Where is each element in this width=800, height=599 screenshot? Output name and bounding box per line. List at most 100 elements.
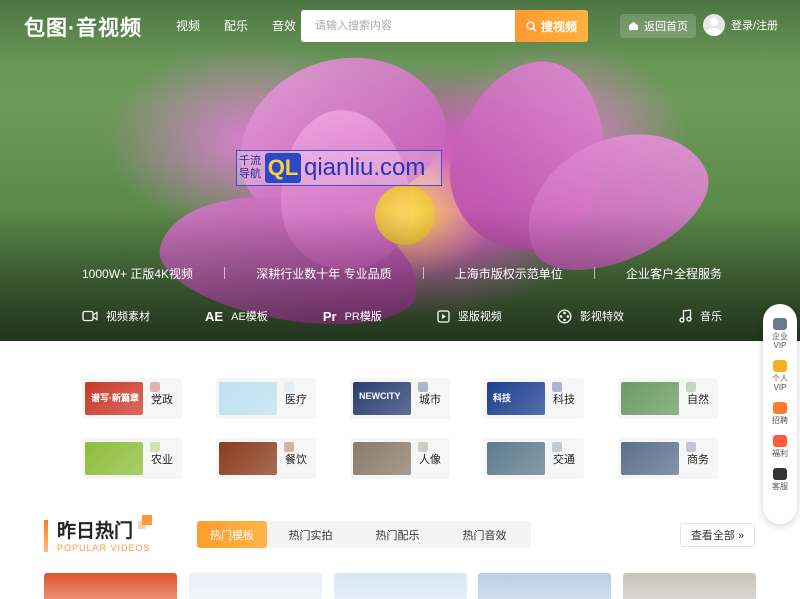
category-thumbnail bbox=[621, 382, 679, 415]
category-thumbnail: 谱写·新篇章 bbox=[85, 382, 143, 415]
thumbnail-text: 谱写·新篇章 bbox=[91, 393, 139, 403]
video-card[interactable] bbox=[623, 573, 756, 599]
pr-icon: Pr bbox=[322, 308, 337, 324]
category-thumbnail bbox=[621, 442, 679, 475]
category-label: 视频素材 bbox=[106, 311, 150, 323]
sidebar-label: 个人 bbox=[772, 374, 788, 383]
search-icon bbox=[526, 20, 537, 32]
thumbnail-text: NEWCITY bbox=[359, 391, 401, 401]
tab-1[interactable]: 热门实拍 bbox=[267, 521, 354, 548]
category-tile[interactable]: 餐饮 bbox=[216, 438, 316, 479]
tile-deco bbox=[150, 442, 160, 452]
category-ae-templates[interactable]: AE AE模板 bbox=[205, 308, 268, 324]
category-tile[interactable]: 农业 bbox=[82, 438, 182, 479]
sidebar-label: 福利 bbox=[772, 449, 788, 458]
sidebar-item-3[interactable]: 福利 bbox=[772, 435, 788, 458]
feature-item: 深耕行业数十年 专业品质 bbox=[256, 267, 392, 281]
category-thumbnail bbox=[85, 442, 143, 475]
sidebar-label: VIP bbox=[773, 341, 787, 350]
watermark-cn-line2: 导航 bbox=[239, 168, 261, 180]
home-button[interactable]: 返回首页 bbox=[620, 14, 696, 38]
divider bbox=[593, 267, 595, 279]
category-tile[interactable]: 谱写·新篇章 党政 bbox=[82, 378, 182, 419]
category-music[interactable]: 音乐 bbox=[679, 308, 722, 324]
category-thumbnail bbox=[219, 442, 277, 475]
category-pr-templates[interactable]: Pr PR模版 bbox=[323, 308, 382, 324]
category-name: 商务 bbox=[687, 453, 709, 466]
tile-deco bbox=[284, 382, 294, 392]
view-all-button[interactable]: 查看全部 » bbox=[680, 523, 755, 547]
category-tile[interactable]: 科技 科技 bbox=[484, 378, 584, 419]
category-thumbnail: NEWCITY bbox=[353, 382, 411, 415]
category-video-footage[interactable]: 视频素材 bbox=[82, 308, 150, 324]
category-tile[interactable]: 交通 bbox=[484, 438, 584, 479]
category-film-effects[interactable]: 影视特效 bbox=[557, 308, 624, 324]
category-label: AE模板 bbox=[231, 311, 268, 323]
section-deco bbox=[142, 515, 152, 525]
category-name: 医疗 bbox=[285, 393, 307, 406]
category-tiles: 谱写·新篇章 党政 医疗 NEWCITY 城市 科技 科技 自然农业 餐饮 人像 交通 商务 bbox=[82, 378, 718, 479]
sidebar-label: 客服 bbox=[772, 482, 788, 491]
search-input[interactable] bbox=[301, 10, 515, 42]
home-icon bbox=[628, 21, 639, 31]
category-tile[interactable]: 自然 bbox=[618, 378, 718, 419]
divider bbox=[422, 267, 424, 279]
watermark: 千流 导航 QL qianliu.com bbox=[236, 150, 442, 186]
category-thumbnail: 科技 bbox=[487, 382, 545, 415]
search-button-label: 搜视频 bbox=[540, 19, 577, 34]
tile-deco bbox=[686, 382, 696, 392]
section-title: 昨日热门 bbox=[57, 521, 134, 542]
site-logo[interactable]: 包图·音视频 bbox=[24, 12, 142, 42]
sidebar-label: 招聘 bbox=[772, 416, 788, 425]
hero-category-nav: 视频素材 AE AE模板 Pr PR模版 竖版视频 影视特效 音乐 bbox=[82, 308, 722, 324]
video-card[interactable] bbox=[333, 573, 467, 599]
ae-icon: AE bbox=[205, 308, 224, 324]
avatar bbox=[703, 14, 725, 36]
film-reel-icon bbox=[557, 309, 572, 324]
category-thumbnail bbox=[353, 442, 411, 475]
nav-sound-effects[interactable]: 音效 bbox=[272, 17, 296, 34]
category-tile[interactable]: 医疗 bbox=[216, 378, 316, 419]
sidebar-item-0[interactable]: 企业 VIP bbox=[772, 318, 788, 350]
feature-item: 上海市版权示范单位 bbox=[454, 267, 563, 281]
headset-icon bbox=[773, 468, 787, 480]
category-name: 人像 bbox=[419, 453, 441, 466]
play-square-icon bbox=[437, 309, 450, 323]
tile-deco bbox=[284, 442, 294, 452]
top-header: 包图·音视频 视频 配乐 音效 搜视频 返回首页 登录/注册 bbox=[0, 0, 800, 52]
search-bar: 搜视频 bbox=[301, 10, 588, 42]
sidebar-item-2[interactable]: 招聘 bbox=[772, 402, 788, 425]
feature-item: 企业客户全程服务 bbox=[625, 267, 722, 281]
category-tile[interactable]: 人像 bbox=[350, 438, 450, 479]
diamond-icon bbox=[773, 360, 787, 372]
category-name: 交通 bbox=[553, 453, 575, 466]
tile-deco bbox=[686, 442, 696, 452]
category-tile[interactable]: NEWCITY 城市 bbox=[350, 378, 450, 419]
video-card[interactable] bbox=[478, 573, 612, 599]
nav-video[interactable]: 视频 bbox=[176, 17, 200, 34]
thumbnail-text: 科技 bbox=[493, 393, 512, 403]
video-card[interactable] bbox=[188, 573, 322, 599]
category-name: 科技 bbox=[553, 393, 575, 406]
login-label: 登录/注册 bbox=[731, 20, 779, 32]
category-name: 城市 bbox=[419, 393, 441, 406]
video-camera-icon bbox=[82, 310, 98, 322]
video-card[interactable] bbox=[44, 573, 177, 599]
category-label: 音乐 bbox=[700, 311, 722, 323]
sidebar-item-1[interactable]: 个人 VIP bbox=[772, 360, 788, 392]
category-vertical-video[interactable]: 竖版视频 bbox=[437, 308, 502, 324]
sidebar-label: VIP bbox=[773, 383, 787, 392]
nav-music[interactable]: 配乐 bbox=[224, 17, 248, 34]
tab-2[interactable]: 热门配乐 bbox=[354, 521, 441, 548]
watermark-cn: 千流 导航 bbox=[237, 155, 265, 181]
crown-icon bbox=[773, 318, 787, 330]
login-button[interactable]: 登录/注册 bbox=[703, 14, 778, 36]
tile-deco bbox=[418, 382, 428, 392]
main-nav: 视频 配乐 音效 bbox=[176, 17, 296, 34]
search-button[interactable]: 搜视频 bbox=[515, 10, 588, 42]
divider bbox=[224, 267, 226, 279]
tab-0[interactable]: 热门模板 bbox=[197, 521, 267, 548]
sidebar-item-4[interactable]: 客服 bbox=[772, 468, 788, 491]
tab-3[interactable]: 热门音效 bbox=[441, 521, 528, 548]
category-tile[interactable]: 商务 bbox=[618, 438, 718, 479]
